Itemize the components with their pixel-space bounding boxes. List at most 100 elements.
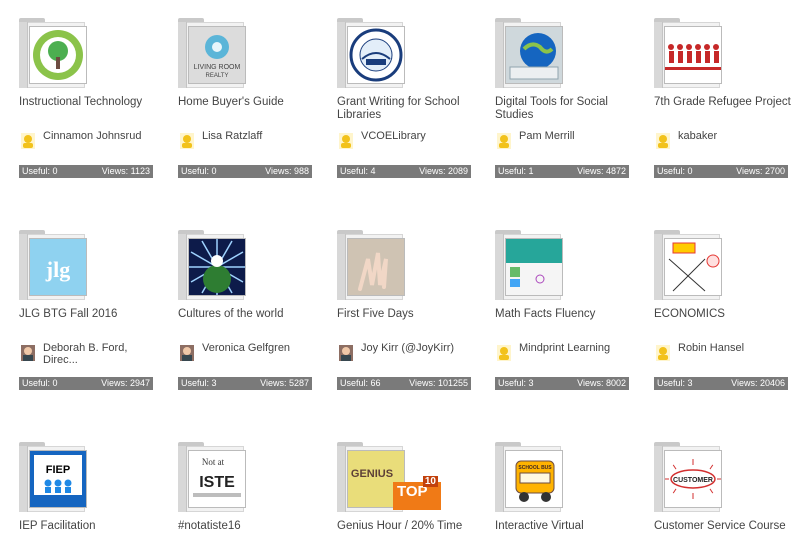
binder-cover[interactable] <box>19 18 89 88</box>
binder-card[interactable]: Digital Tools for Social Studies Pam Merr… <box>495 18 629 180</box>
user-placeholder-icon[interactable] <box>339 133 353 149</box>
binder-cover[interactable] <box>495 230 565 300</box>
binder-cover[interactable]: FIEP <box>19 442 89 512</box>
binder-card[interactable]: Math Facts Fluency Mindprint Learning Usef… <box>495 230 629 392</box>
owner-name[interactable]: Lisa Ratzlaff <box>202 130 312 142</box>
user-avatar[interactable] <box>339 345 353 361</box>
binder-owner[interactable]: Lisa Ratzlaff <box>178 130 318 158</box>
binder-cover[interactable] <box>337 230 407 300</box>
binder-cover[interactable] <box>495 18 565 88</box>
binder-title[interactable]: Home Buyer's Guide <box>178 96 318 109</box>
views-count: Views: 20406 <box>731 378 785 388</box>
svg-text:SCHOOL BUS: SCHOOL BUS <box>518 465 552 471</box>
binder-owner[interactable]: kabaker <box>654 130 794 158</box>
binder-thumbnail[interactable] <box>505 238 563 296</box>
binder-thumbnail[interactable] <box>188 238 246 296</box>
binder-stats-bar: Useful: 0 Views: 2947 <box>19 377 153 390</box>
binder-title[interactable]: Genius Hour / 20% Time <box>337 520 477 533</box>
binder-thumbnail[interactable]: SCHOOL BUS <box>505 450 563 508</box>
binder-title[interactable]: #notatiste16 <box>178 520 318 533</box>
user-placeholder-icon[interactable] <box>656 133 670 149</box>
owner-name[interactable]: VCOELibrary <box>361 130 471 142</box>
binder-card[interactable]: FIEP IEP Facilitation <box>19 442 153 533</box>
binder-thumbnail[interactable] <box>505 26 563 84</box>
svg-text:jlg: jlg <box>45 257 70 282</box>
binder-cover[interactable]: CUSTOMER <box>654 442 724 512</box>
binder-card[interactable]: SCHOOL BUS Interactive Virtual <box>495 442 629 533</box>
owner-name[interactable]: Cinnamon Johnsrud <box>43 130 153 142</box>
user-placeholder-icon[interactable] <box>656 345 670 361</box>
owner-name[interactable]: Veronica Gelfgren <box>202 342 312 354</box>
binder-cover[interactable] <box>654 230 724 300</box>
binder-card[interactable]: Not at ISTE #notatiste16 <box>178 442 312 533</box>
owner-name[interactable]: Mindprint Learning <box>519 342 629 354</box>
binder-thumbnail[interactable] <box>347 238 405 296</box>
binder-thumbnail[interactable] <box>29 26 87 84</box>
binder-cover[interactable] <box>178 230 248 300</box>
binder-card[interactable]: Instructional Technology Cinnamon Johnsru… <box>19 18 153 180</box>
binder-cover[interactable] <box>654 18 724 88</box>
binder-card[interactable]: First Five Days Joy Kirr (@JoyKirr) Useful… <box>337 230 471 392</box>
useful-count: Useful: 3 <box>657 378 693 388</box>
binder-card[interactable]: jlg JLG BTG Fall 2016 Deborah B. Ford, Dir… <box>19 230 153 392</box>
binder-cover[interactable]: SCHOOL BUS <box>495 442 565 512</box>
binder-title[interactable]: First Five Days <box>337 308 477 321</box>
binder-owner[interactable]: Cinnamon Johnsrud <box>19 130 159 158</box>
binder-owner[interactable]: VCOELibrary <box>337 130 477 158</box>
binder-card[interactable]: LIVING ROOM REALTY Home Buyer's Guide Lisa … <box>178 18 312 180</box>
binder-owner[interactable]: Deborah B. Ford, Direc... <box>19 342 159 370</box>
binder-thumbnail[interactable]: LIVING ROOM REALTY <box>188 26 246 84</box>
binder-title[interactable]: Digital Tools for Social Studies <box>495 96 635 122</box>
useful-count: Useful: 3 <box>181 378 217 388</box>
binder-thumbnail[interactable] <box>664 238 722 296</box>
binder-title[interactable]: ECONOMICS <box>654 308 794 321</box>
owner-name[interactable]: Joy Kirr (@JoyKirr) <box>361 342 471 354</box>
binder-owner[interactable]: Mindprint Learning <box>495 342 635 370</box>
owner-name[interactable]: Robin Hansel <box>678 342 788 354</box>
binder-thumbnail[interactable] <box>347 26 405 84</box>
binder-card[interactable]: GENIUS TOP 10 Genius Hour / 20% Time <box>337 442 471 533</box>
user-placeholder-icon[interactable] <box>497 133 511 149</box>
binder-stats-bar: Useful: 3 Views: 20406 <box>654 377 788 390</box>
binder-title[interactable]: IEP Facilitation <box>19 520 159 533</box>
binder-stats-bar: Useful: 1 Views: 4872 <box>495 165 629 178</box>
binder-thumbnail[interactable]: CUSTOMER <box>664 450 722 508</box>
user-placeholder-icon[interactable] <box>21 133 35 149</box>
binder-cover[interactable]: LIVING ROOM REALTY <box>178 18 248 88</box>
binder-title[interactable]: Math Facts Fluency <box>495 308 635 321</box>
user-avatar[interactable] <box>180 345 194 361</box>
binder-card[interactable]: 7th Grade Refugee Project kabaker Useful: … <box>654 18 791 180</box>
owner-name[interactable]: kabaker <box>678 130 788 142</box>
binder-thumbnail[interactable]: FIEP <box>29 450 87 508</box>
binder-owner[interactable]: Robin Hansel <box>654 342 794 370</box>
user-placeholder-icon[interactable] <box>180 133 194 149</box>
user-placeholder-icon[interactable] <box>497 345 511 361</box>
binder-owner[interactable]: Joy Kirr (@JoyKirr) <box>337 342 477 370</box>
binder-card[interactable]: CUSTOMER Customer Service Course <box>654 442 788 533</box>
binder-grid: Instructional Technology Cinnamon Johnsru… <box>0 0 800 533</box>
binder-owner[interactable]: Veronica Gelfgren <box>178 342 318 370</box>
binder-title[interactable]: Interactive Virtual <box>495 520 635 533</box>
binder-thumbnail[interactable]: Not at ISTE <box>188 450 246 508</box>
owner-name[interactable]: Pam Merrill <box>519 130 629 142</box>
binder-card[interactable]: ECONOMICS Robin Hansel Useful: 3 Views: 204… <box>654 230 788 392</box>
binder-stats-bar: Useful: 3 Views: 8002 <box>495 377 629 390</box>
user-avatar[interactable] <box>21 345 35 361</box>
binder-card[interactable]: Cultures of the world Veronica Gelfgren Us… <box>178 230 312 392</box>
binder-title[interactable]: Customer Service Course <box>654 520 794 533</box>
owner-name[interactable]: Deborah B. Ford, Direc... <box>43 342 153 366</box>
useful-count: Useful: 3 <box>498 378 534 388</box>
binder-thumbnail[interactable] <box>664 26 722 84</box>
useful-count: Useful: 0 <box>657 166 693 176</box>
binder-owner[interactable]: Pam Merrill <box>495 130 635 158</box>
binder-title[interactable]: Grant Writing for School Libraries <box>337 96 477 122</box>
binder-title[interactable]: JLG BTG Fall 2016 <box>19 308 159 321</box>
binder-cover[interactable] <box>337 18 407 88</box>
binder-cover[interactable]: jlg <box>19 230 89 300</box>
binder-card[interactable]: Grant Writing for School Libraries VCOELi… <box>337 18 471 180</box>
binder-cover[interactable]: Not at ISTE <box>178 442 248 512</box>
binder-title[interactable]: Instructional Technology <box>19 96 159 109</box>
binder-title[interactable]: 7th Grade Refugee Project <box>654 96 794 109</box>
binder-title[interactable]: Cultures of the world <box>178 308 318 321</box>
binder-thumbnail[interactable]: jlg <box>29 238 87 296</box>
